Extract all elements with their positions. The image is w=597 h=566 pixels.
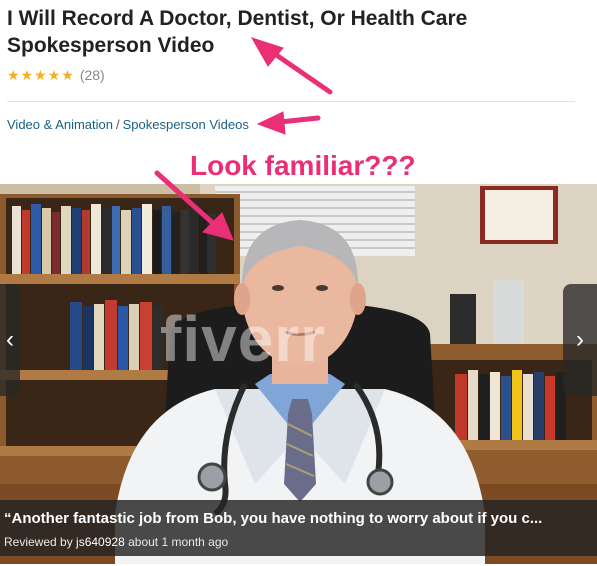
star-icon: ★	[20, 67, 34, 83]
breadcrumb-category-link[interactable]: Video & Animation	[7, 117, 113, 132]
watermark: fiverr	[160, 303, 327, 375]
review-quote: “Another fantastic job from Bob, you hav…	[4, 510, 543, 527]
star-icon: ★	[34, 67, 47, 83]
review-meta: Reviewed by js640928 about 1 month ago	[4, 535, 228, 549]
star-icon: ★	[61, 67, 74, 83]
review-count[interactable]: (28)	[80, 67, 105, 83]
annotation-text: Look familiar???	[190, 150, 416, 181]
gallery-prev-button[interactable]: ‹	[0, 284, 20, 396]
divider	[7, 101, 575, 102]
breadcrumb-subcategory-link[interactable]: Spokesperson Videos	[123, 117, 249, 132]
gig-gallery[interactable]: fiverr ‹ › “Another fantastic job from B…	[0, 184, 597, 564]
star-icon: ★	[47, 67, 61, 83]
reviewed-by-label: Reviewed by	[4, 535, 73, 549]
review-caption: “Another fantastic job from Bob, you hav…	[0, 500, 597, 556]
breadcrumb-separator: /	[116, 117, 120, 132]
breadcrumb: Video & Animation / Spokesperson Videos	[7, 117, 249, 132]
gig-title: I Will Record A Doctor, Dentist, Or Heal…	[7, 7, 468, 57]
star-icon: ★	[7, 67, 20, 83]
review-time: about 1 month ago	[128, 535, 229, 549]
breadcrumb-arrow	[277, 115, 321, 125]
gallery-next-button[interactable]: ›	[563, 284, 597, 396]
reviewer-username[interactable]: js640928	[76, 535, 125, 549]
chevron-left-icon: ‹	[6, 326, 14, 353]
breadcrumb-arrowhead	[256, 111, 286, 135]
chevron-right-icon: ›	[576, 326, 584, 353]
rating: ★ ★ ★ ★ ★ (28)	[7, 67, 105, 83]
star-rating: ★ ★ ★ ★ ★	[7, 67, 75, 83]
